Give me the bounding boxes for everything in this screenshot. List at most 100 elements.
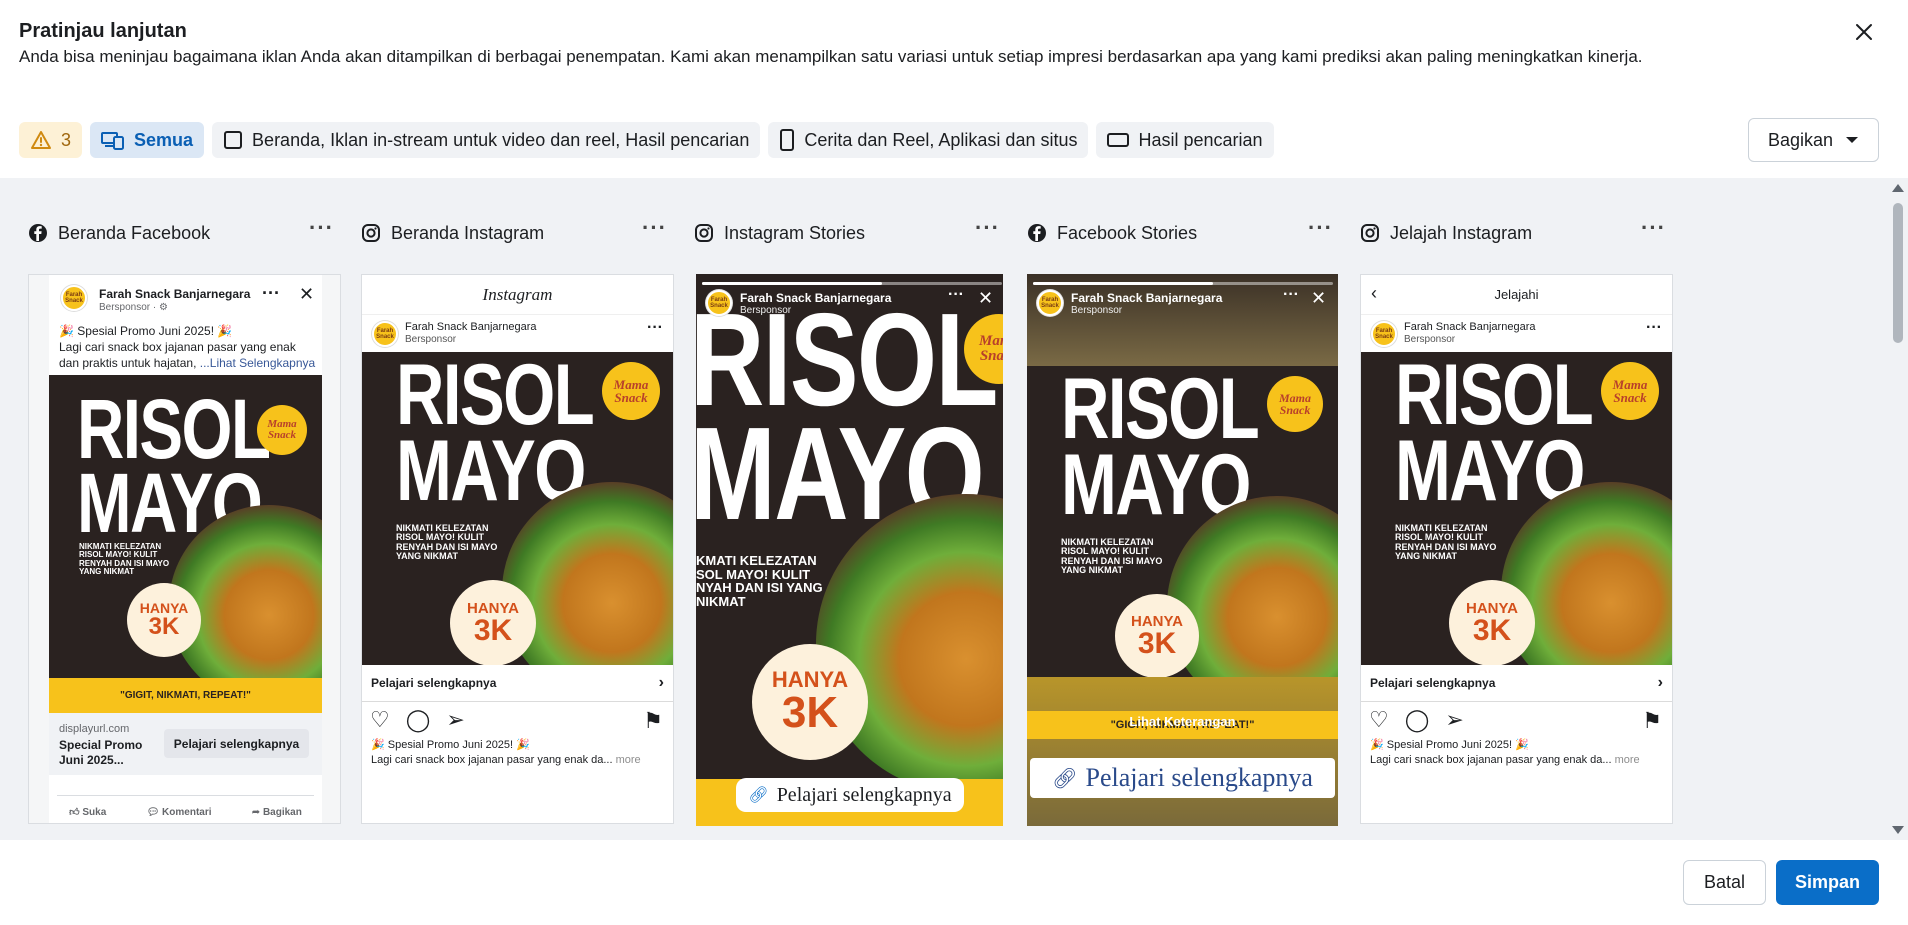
more-options-button[interactable]: ··· [1641,217,1666,239]
reaction-bar: 👍︎ Suka 💬︎ Komentari ➦ Bagikan [49,799,322,823]
brand-logo: MamaSnack [1267,376,1323,432]
like-label: Suka [82,807,107,818]
column-title: Instagram Stories [724,222,866,243]
scroll-thumb[interactable] [1893,203,1903,343]
scroll-up-arrow-icon[interactable] [1892,184,1904,192]
devices-icon [101,132,125,150]
filter-search[interactable]: Hasil pencarian [1096,122,1274,158]
save-button[interactable]: Simpan [1776,860,1879,905]
display-url: displayurl.com [59,723,130,735]
comment-icon[interactable]: ◯ [406,707,431,733]
learn-more-row[interactable]: Pelajari selengkapnya › [1361,665,1672,702]
placement-column-instagram-explore: Jelajah Instagram ··· ‹ Jelajahi Farah S… [1360,178,1676,840]
caption-headline: 🎉 Spesial Promo Juni 2025! 🎉 [371,739,530,751]
link-card[interactable]: displayurl.com Special Promo Juni 2025..… [49,713,322,775]
filter-feeds-label: Beranda, Iklan in-stream untuk video dan… [252,129,750,150]
send-icon[interactable]: ➢ [1445,707,1463,733]
creative-tagline: KMATI KELEZATAN SOL MAYO! KULIT NYAH DAN… [696,553,823,609]
post-header: Farah Snack Farah Snack Banjarnegara Ber… [49,275,322,375]
more-options-button[interactable]: ··· [1308,217,1333,239]
cancel-button[interactable]: Batal [1683,860,1766,905]
ad-creative: RISOL MAYO Mama Snack NIKMATI KELEZATAN R… [49,375,322,713]
sponsored-label: Bersponsor [1071,305,1123,316]
caption-more-link[interactable]: more [1615,754,1640,766]
square-icon [224,131,243,149]
caption-more-link[interactable]: more [616,754,641,766]
story-progress-fill [1033,282,1213,285]
more-icon[interactable]: ··· [1646,319,1662,337]
close-button[interactable] [1850,18,1878,46]
caption-headline: 🎉 Spesial Promo Juni 2025! 🎉 [1370,739,1529,751]
link-title: Special Promo Juni 2025... [59,738,143,767]
instagram-icon [361,223,381,243]
cta-button[interactable]: 🔗︎ Pelajari selengkapnya [736,778,964,812]
action-bar: ♡ ◯ ➢ ⚑ [1361,702,1672,738]
see-more-link[interactable]: ...Lihat Selengkapnya [200,356,315,370]
heart-icon[interactable]: ♡ [370,707,390,733]
close-icon [1856,24,1872,40]
back-arrow-icon[interactable]: ‹ [1371,283,1377,304]
story-header: Farah Snack Farah Snack Banjarnegara Ber… [696,286,1003,324]
sponsored-label: Bersponsor · ⚙ [99,302,168,313]
facebook-icon [1027,223,1047,243]
more-options-button[interactable]: ··· [642,217,667,239]
instagram-explore-preview: ‹ Jelajahi Farah Snack Farah Snack Banja… [1360,274,1673,824]
price-badge: HANYA 3K [127,583,201,657]
column-header: Beranda Facebook ··· [28,217,344,247]
post-headline: 🎉 Spesial Promo Juni 2025! 🎉 [59,324,233,338]
ad-creative: RISOL MAYO Mama Snack NIKMATI KELEZATAN R… [1027,366,1338,677]
filter-all[interactable]: Semua [90,122,205,158]
creative-tagline: NIKMATI KELEZATAN RISOL MAYO! KULIT RENY… [79,542,170,577]
logo-line-2: Snack [1613,390,1647,405]
close-icon[interactable]: ✕ [1311,288,1326,309]
scrollbar[interactable] [1888,178,1908,840]
learn-more-label: Pelajari selengkapnya [371,676,497,690]
more-icon[interactable]: ··· [647,319,663,337]
close-icon[interactable]: ✕ [299,284,314,305]
logo-line-2: Snack [979,348,1003,364]
see-caption-link[interactable]: Lihat Keterangan [1027,714,1338,729]
phone-frame-edge [29,275,49,823]
globe-icon: ⚙ [159,302,168,313]
scroll-down-arrow-icon[interactable] [1892,826,1904,834]
share-button[interactable]: ➦ Bagikan [252,807,302,818]
filter-stories[interactable]: Cerita dan Reel, Aplikasi dan situs [768,122,1089,158]
dialog-title: Pratinjau lanjutan [19,20,187,42]
link-icon: 🔗︎ [748,787,769,804]
warnings-chip[interactable]: 3 [19,122,83,158]
like-button[interactable]: 👍︎ Suka [69,806,106,818]
comment-icon: 💬︎ [146,806,160,818]
column-header: Instagram Stories ··· [694,217,1010,247]
dialog-footer: Batal Simpan [0,840,1908,925]
facebook-feed-preview: Farah Snack Farah Snack Banjarnegara Ber… [28,274,341,824]
share-dropdown-button[interactable]: Bagikan [1748,118,1879,162]
learn-more-row[interactable]: Pelajari selengkapnya › [362,665,673,702]
heart-icon[interactable]: ♡ [1369,707,1389,733]
more-icon[interactable]: ··· [262,283,280,304]
explore-header: ‹ Jelajahi [1361,275,1672,315]
close-icon[interactable]: ✕ [978,288,993,309]
more-icon[interactable]: ··· [948,286,964,304]
comment-button[interactable]: 💬︎ Komentari [147,807,212,818]
chevron-right-icon: › [658,674,664,691]
cta-button[interactable]: Pelajari selengkapnya [164,729,309,758]
bookmark-icon[interactable]: ⚑ [643,708,663,734]
more-icon[interactable]: ··· [1283,286,1299,304]
cta-label: Pelajari selengkapnya [1085,763,1313,792]
bookmark-icon[interactable]: ⚑ [1642,708,1662,734]
more-options-button[interactable]: ··· [309,217,334,239]
logo-line-2: Snack [267,429,297,441]
rectangle-icon [1107,133,1130,147]
sponsored-text: Bersponsor · [99,302,160,313]
send-icon[interactable]: ➢ [446,707,464,733]
price-badge: HANYA 3K [752,644,868,760]
more-options-button[interactable]: ··· [975,217,1000,239]
filter-search-label: Hasil pencarian [1138,129,1263,150]
page-name: Farah Snack Banjarnegara [1404,321,1536,333]
comment-icon[interactable]: ◯ [1405,707,1430,733]
phone-frame-edge [322,275,340,823]
cta-button[interactable]: 🔗︎ Pelajari selengkapnya [1030,758,1335,798]
filter-feeds[interactable]: Beranda, Iklan in-stream untuk video dan… [212,122,761,158]
ad-creative: RISOL MAYO Mama Snack NIKMATI KELEZATAN R… [1361,352,1672,665]
logo-line-2: Snack [614,390,648,405]
